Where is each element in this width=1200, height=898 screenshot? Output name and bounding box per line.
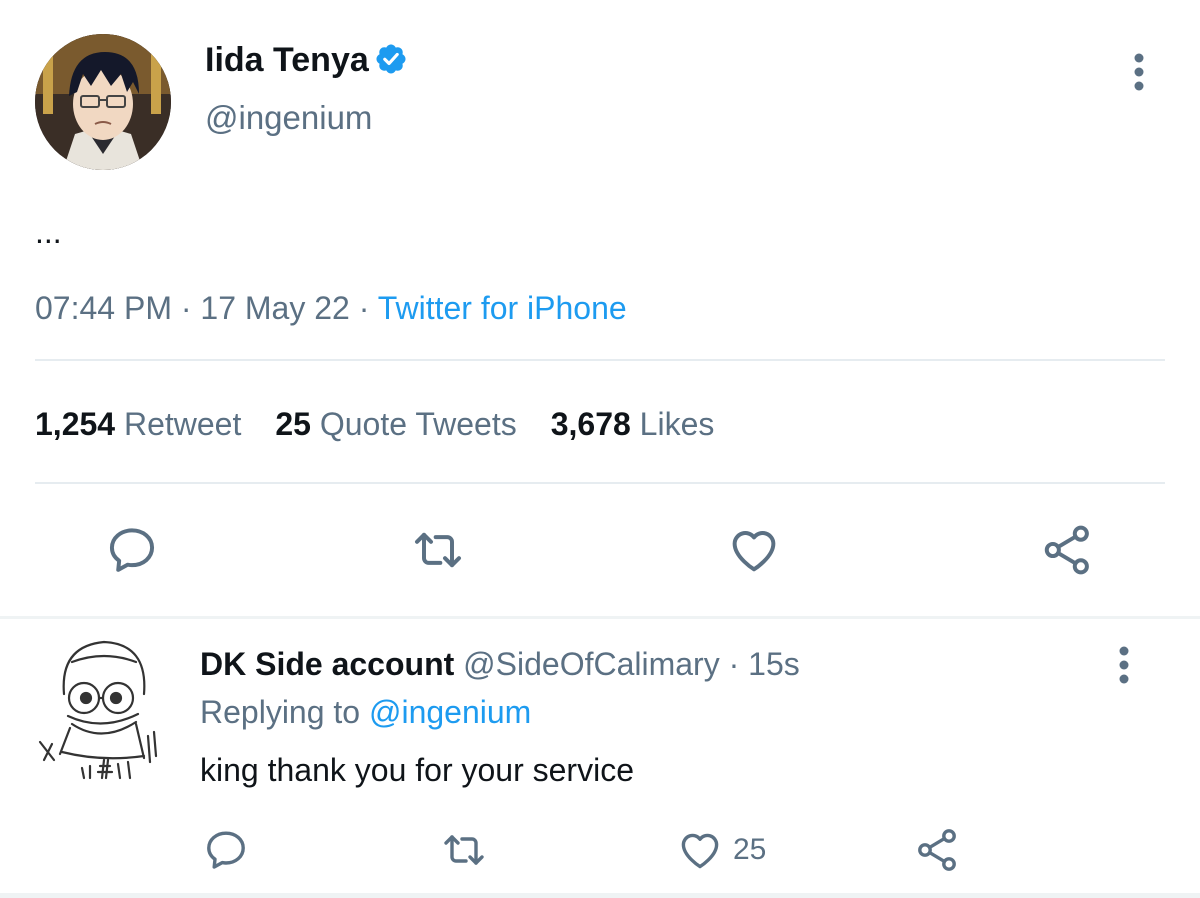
tweet-date[interactable]: 17 May 22 [200, 290, 349, 326]
comment-bubble-icon[interactable] [202, 826, 250, 874]
quotes-stat[interactable]: 25 Quote Tweets [275, 406, 516, 442]
reply-like-count: 25 [733, 833, 767, 866]
heart-icon[interactable] [676, 826, 724, 874]
avatar-illustration [35, 34, 171, 170]
tweet-stats: 1,254 Retweet 25 Quote Tweets 3,678 Likes [35, 404, 714, 444]
retweet-icon[interactable] [410, 522, 466, 578]
likes-label: Likes [639, 406, 715, 442]
replying-to-handle[interactable]: @ingenium [369, 694, 531, 730]
reply-age[interactable]: 15s [748, 646, 800, 682]
retweet-icon[interactable] [440, 826, 488, 874]
tweet-meta: 07:44 PM · 17 May 22 · Twitter for iPhon… [35, 288, 627, 328]
replying-prefix: Replying to [200, 694, 361, 730]
share-icon[interactable] [914, 826, 962, 874]
verified-badge-icon [376, 44, 406, 74]
retweets-stat[interactable]: 1,254 Retweet [35, 406, 241, 442]
more-vertical-icon[interactable] [1110, 645, 1138, 685]
likes-count: 3,678 [550, 406, 631, 442]
reply-author-avatar[interactable] [32, 632, 172, 780]
comment-bubble-icon[interactable] [104, 522, 160, 578]
reply-text: king thank you for your service [200, 752, 634, 788]
replying-to-line: Replying to @ingenium [200, 692, 531, 732]
more-vertical-icon[interactable] [1125, 52, 1153, 92]
quotes-label: Quote Tweets [319, 406, 517, 442]
meta-separator: · [728, 646, 740, 682]
reply-author-name[interactable]: DK Side account [200, 646, 454, 682]
heart-icon[interactable] [726, 522, 782, 578]
reply-header: DK Side account @SideOfCalimary · 15s [200, 644, 800, 684]
author-handle[interactable]: @ingenium [205, 98, 372, 138]
author-avatar[interactable] [35, 34, 171, 170]
tweet-time[interactable]: 07:44 PM [35, 290, 172, 326]
retweets-count: 1,254 [35, 406, 116, 442]
tweet-text: ... [35, 214, 62, 250]
tweet-source-link[interactable]: Twitter for iPhone [378, 290, 627, 326]
retweets-label: Retweet [123, 406, 242, 442]
meta-separator: · [358, 290, 370, 326]
likes-stat[interactable]: 3,678 Likes [551, 406, 715, 442]
quotes-count: 25 [275, 406, 311, 442]
divider [35, 359, 1165, 361]
author-name[interactable]: Iida Tenya [205, 40, 369, 80]
section-separator [0, 893, 1200, 898]
section-separator [0, 616, 1200, 619]
reply-author-handle[interactable]: @SideOfCalimary [463, 646, 720, 682]
share-icon[interactable] [1040, 522, 1096, 578]
divider [35, 482, 1165, 484]
meta-separator: · [180, 290, 192, 326]
